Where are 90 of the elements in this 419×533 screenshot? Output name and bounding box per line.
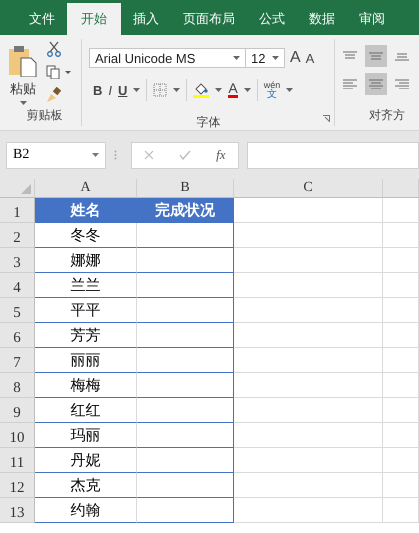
ribbon-tab[interactable]: 数据: [297, 3, 347, 35]
table-cell: 约翰: [35, 498, 137, 523]
table-cell: 红红: [35, 398, 137, 423]
row-header[interactable]: 4: [0, 273, 35, 298]
ribbon-tab[interactable]: 插入: [121, 3, 171, 35]
row-header[interactable]: 2: [0, 223, 35, 248]
caret-icon: [272, 56, 279, 60]
row-header[interactable]: 8: [0, 373, 35, 398]
row-header[interactable]: 9: [0, 398, 35, 423]
header-cell: 完成状况: [137, 198, 234, 223]
align-center-icon[interactable]: [369, 79, 383, 89]
ribbon-tab[interactable]: 公式: [247, 3, 297, 35]
clipboard-icon: [8, 45, 38, 77]
table-cell: 丹妮: [35, 448, 137, 473]
name-box[interactable]: B2: [6, 142, 106, 168]
empty-cell: [383, 448, 419, 473]
dialog-launcher-icon[interactable]: [323, 115, 330, 122]
row-header[interactable]: 11: [0, 448, 35, 473]
empty-cell: [383, 348, 419, 373]
caret-icon: [20, 101, 26, 105]
table-cell: 玛丽: [35, 423, 137, 448]
align-right-icon[interactable]: [395, 79, 409, 89]
insert-function-button[interactable]: fx: [216, 147, 226, 163]
column-header[interactable]: C: [234, 179, 383, 198]
bold-button[interactable]: B: [93, 82, 102, 98]
table-cell: 丽丽: [35, 348, 137, 373]
empty-cell: [383, 223, 419, 248]
group-label: 字体: [196, 114, 220, 131]
caret-icon: [92, 153, 99, 157]
font-size-dropdown[interactable]: 12: [245, 48, 285, 68]
check-icon[interactable]: [179, 150, 192, 160]
ribbon-tab[interactable]: 文件: [17, 3, 67, 35]
ribbon-tab[interactable]: 开始: [67, 3, 121, 35]
row-header[interactable]: 7: [0, 348, 35, 373]
row-header[interactable]: 6: [0, 323, 35, 348]
shrink-font-button[interactable]: A: [306, 50, 314, 66]
align-middle-icon[interactable]: [369, 51, 383, 61]
row-header[interactable]: 1: [0, 198, 35, 223]
paste-button[interactable]: 粘贴: [8, 39, 38, 107]
empty-cell: [383, 498, 419, 523]
font-name-dropdown[interactable]: Arial Unicode MS: [89, 48, 246, 68]
format-painter-icon[interactable]: [46, 87, 62, 103]
caret-icon: [233, 56, 240, 60]
row-header[interactable]: 12: [0, 473, 35, 498]
empty-cell: [383, 273, 419, 298]
table-cell: 杰克: [35, 473, 137, 498]
align-top-icon[interactable]: [343, 51, 357, 61]
group-label: 对齐方: [368, 107, 405, 124]
borders-icon[interactable]: [153, 83, 168, 97]
underline-button[interactable]: U: [118, 82, 128, 98]
table-cell: 冬冬: [35, 223, 137, 248]
grow-font-button[interactable]: A: [290, 49, 301, 67]
row-header[interactable]: 3: [0, 248, 35, 273]
phonetic-guide-button[interactable]: wén 文: [264, 81, 280, 99]
fill-color-icon[interactable]: [193, 82, 210, 98]
copy-icon[interactable]: [46, 65, 72, 79]
caret-icon: [173, 88, 180, 92]
empty-cell: [383, 323, 419, 348]
empty-cell: [383, 423, 419, 448]
font-color-button[interactable]: A: [228, 82, 238, 98]
row-header[interactable]: 10: [0, 423, 35, 448]
row-header[interactable]: 13: [0, 498, 35, 523]
align-bottom-icon[interactable]: [395, 51, 409, 61]
group-label: 剪贴板: [26, 107, 62, 124]
caret-icon: [215, 88, 222, 92]
caret-icon: [286, 88, 294, 92]
table-cell: 娜娜: [35, 248, 137, 273]
column-header[interactable]: B: [137, 179, 234, 198]
ribbon-tab[interactable]: 页面布局: [171, 3, 247, 35]
empty-cell: [383, 373, 419, 398]
drag-handle-icon: [114, 150, 117, 160]
table-cell: 兰兰: [35, 273, 137, 298]
column-header[interactable]: A: [35, 179, 137, 198]
empty-cell: [383, 198, 419, 223]
caret-icon: [133, 88, 140, 92]
formula-input[interactable]: [247, 142, 419, 168]
ribbon-tab[interactable]: 审阅: [347, 3, 397, 35]
header-cell: 姓名: [35, 198, 137, 223]
align-left-icon[interactable]: [343, 79, 357, 89]
row-header[interactable]: 5: [0, 298, 35, 323]
italic-button[interactable]: I: [108, 82, 112, 98]
table-cell: 平平: [35, 298, 137, 323]
table-cell: 芳芳: [35, 323, 137, 348]
table-cell: 梅梅: [35, 373, 137, 398]
empty-cell: [383, 248, 419, 273]
caret-icon: [244, 88, 251, 92]
empty-cell: [383, 298, 419, 323]
empty-cell: [383, 473, 419, 498]
scissors-icon[interactable]: [46, 41, 62, 57]
empty-cell: [383, 398, 419, 423]
